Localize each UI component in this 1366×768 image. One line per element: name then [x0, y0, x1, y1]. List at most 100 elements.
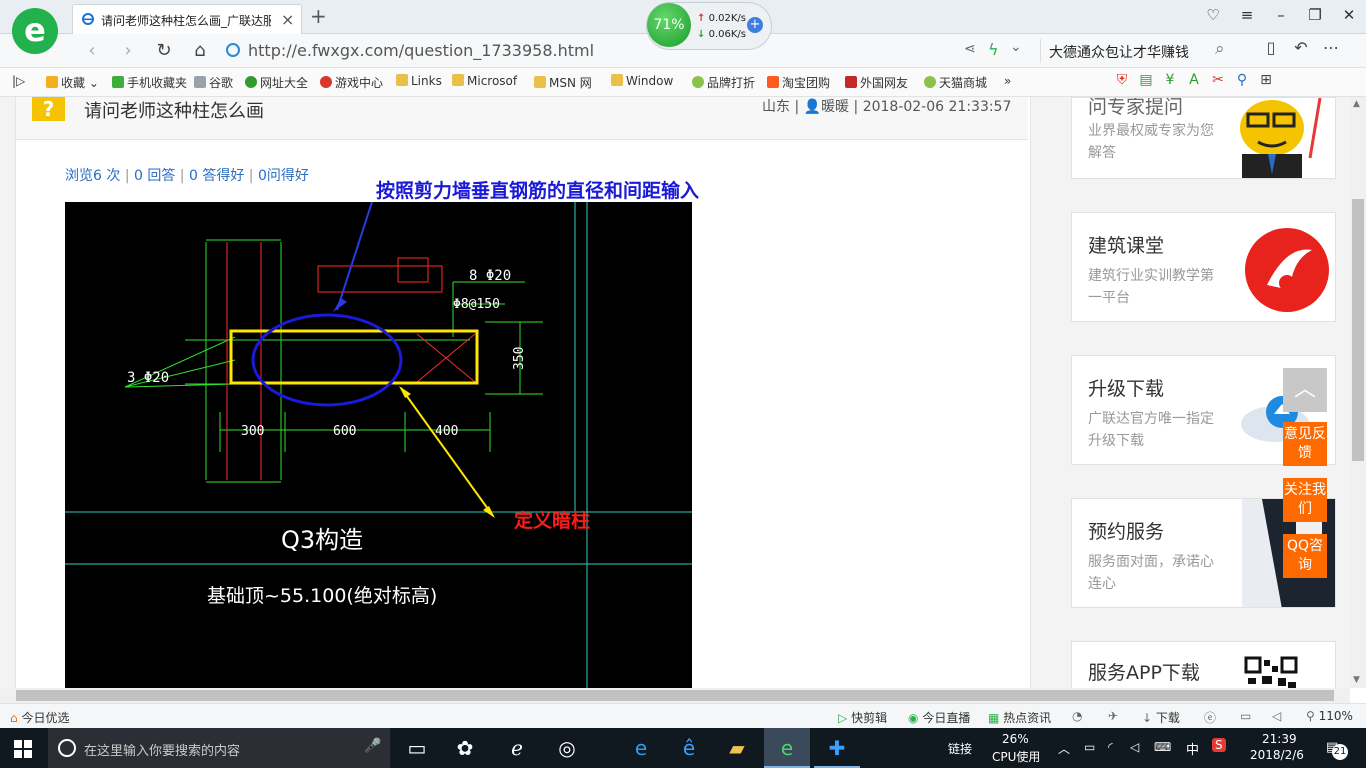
scroll-down-icon[interactable]: ▼ — [1353, 675, 1360, 685]
browser-logo-icon[interactable]: e — [12, 8, 58, 54]
today-picks[interactable]: ⌂ 今日优选 — [10, 709, 69, 726]
share-icon[interactable]: ⋖ — [964, 41, 976, 57]
bookmark-item[interactable]: 淘宝团购 — [767, 74, 830, 91]
sidebar-toggle-icon[interactable]: |▷ — [12, 74, 25, 88]
bookmark-item[interactable]: Window — [611, 74, 673, 88]
restore-icon[interactable]: ❐ — [1298, 0, 1332, 30]
live-today[interactable]: ◉ 今日直播 — [908, 709, 970, 726]
url-field[interactable]: http://e.fwxgx.com/question_1733958.html… — [222, 39, 1032, 63]
phone-icon[interactable]: ▯ — [1256, 38, 1286, 57]
windows-start-icon[interactable] — [14, 740, 32, 758]
taskbar-search[interactable]: 在这里输入你要搜索的内容 🎤 — [48, 728, 390, 768]
bookmark-item[interactable]: 手机收藏夹 — [112, 74, 187, 91]
more-icon[interactable]: ⋯ — [1316, 38, 1346, 57]
refresh-icon[interactable]: ↻ — [146, 40, 182, 61]
tray-expand-icon[interactable]: ︿ — [1058, 740, 1070, 757]
search-text[interactable]: 大德通众包让才华赚钱 — [1049, 42, 1189, 62]
bookmark-item[interactable]: Microsof — [452, 74, 517, 88]
forward-icon[interactable]: › — [110, 40, 146, 61]
bookmark-item[interactable]: 谷歌 — [194, 74, 233, 91]
sidebar-card-classroom[interactable]: 建筑课堂 建筑行业实训教学第一平台 — [1071, 212, 1336, 322]
good-questions-count[interactable]: 0问得好 — [258, 168, 309, 184]
minimize-icon[interactable]: – — [1264, 0, 1298, 30]
browser-app-icon[interactable]: e — [764, 728, 810, 768]
bookmark-item[interactable]: 天猫商城 — [924, 74, 987, 91]
vertical-scroll-thumb[interactable] — [1352, 199, 1364, 461]
more-bookmarks-icon[interactable]: » — [1004, 74, 1011, 88]
bookmark-label: 品牌打折 — [707, 76, 756, 90]
ie-app-icon[interactable]: ê — [666, 728, 712, 768]
clock-date[interactable]: 2018/2/6 — [1250, 748, 1304, 762]
microphone-icon[interactable]: 🎤 — [364, 738, 381, 754]
bookmark-item[interactable]: 收藏 ⌄ — [46, 74, 99, 91]
vertical-scrollbar[interactable]: ▲ ▼ — [1350, 97, 1366, 688]
scissors-icon[interactable]: ✂ — [1206, 72, 1230, 90]
book-icon[interactable]: ▤ — [1134, 72, 1158, 90]
volume-icon[interactable]: ◁ — [1130, 740, 1139, 754]
translate-icon[interactable]: A — [1182, 72, 1206, 90]
shirt-skin-icon[interactable]: ♡ — [1196, 0, 1230, 30]
answers-count[interactable]: 0 回答 — [134, 168, 175, 184]
back-to-top-icon[interactable]: ︿ — [1283, 368, 1327, 412]
battery-icon[interactable]: ▭ — [1084, 740, 1095, 754]
search-field[interactable]: 大德通众包让才华赚钱 ⌕ — [1040, 39, 1245, 63]
network-speed-widget[interactable]: 71% ↑ 0.02K/s ↓ 0.06K/s + — [646, 2, 772, 50]
good-answers-count[interactable]: 0 答得好 — [189, 168, 244, 184]
hot-news[interactable]: ▦ 热点资讯 — [988, 709, 1051, 726]
clock-time[interactable]: 21:39 — [1262, 732, 1297, 746]
downloads[interactable]: ↓ 下载 — [1142, 709, 1180, 726]
window-icon[interactable]: ▭ — [1240, 709, 1251, 723]
search-icon[interactable]: ⌕ — [1215, 39, 1225, 59]
edge-icon[interactable]: e — [618, 728, 664, 768]
file-explorer-icon[interactable]: ▰ — [714, 728, 760, 768]
menu-icon[interactable]: ≡ — [1230, 0, 1264, 30]
follow-button[interactable]: 关注我们 — [1283, 478, 1327, 522]
new-tab-icon[interactable]: + — [310, 4, 327, 28]
tab-close-icon[interactable]: × — [281, 10, 294, 29]
user-name[interactable]: 暖暖 — [821, 99, 849, 115]
wifi-icon[interactable]: ◜ — [1108, 740, 1113, 754]
speed-mode-icon[interactable]: ϟ — [988, 40, 999, 59]
dingtalk-icon[interactable]: ✚ — [814, 728, 860, 768]
yen-icon[interactable]: ¥ — [1158, 72, 1182, 90]
horizontal-scroll-thumb[interactable] — [16, 690, 1334, 701]
close-window-icon[interactable]: ✕ — [1332, 0, 1366, 30]
pin-icon[interactable]: ✈ — [1108, 709, 1118, 723]
bookmark-item[interactable]: MSN 网 — [534, 74, 592, 91]
pinwheel-app-icon[interactable]: ✿ — [442, 728, 488, 768]
ie-mode-icon[interactable]: ⓔ — [1204, 709, 1216, 726]
tab-active[interactable]: 请问老师这种柱怎么画_广联达服 × — [72, 4, 302, 34]
ime-indicator[interactable]: 中 — [1186, 739, 1199, 758]
apps-icon[interactable]: ⊞ — [1254, 72, 1278, 90]
keyboard-icon[interactable]: ⌨ — [1154, 740, 1171, 754]
magnifier-icon[interactable]: ⚲ — [1230, 72, 1254, 90]
views-count[interactable]: 浏览6 次 — [65, 168, 120, 184]
edge-legacy-icon[interactable]: ℯ — [494, 728, 540, 768]
home-icon[interactable]: ⌂ — [182, 40, 218, 61]
undo-icon[interactable]: ↶ — [1286, 38, 1316, 57]
horizontal-scrollbar[interactable] — [0, 688, 1350, 703]
speed-icon[interactable]: ◔ — [1072, 709, 1082, 723]
bookmark-item[interactable]: 外国网友 — [845, 74, 908, 91]
scroll-up-icon[interactable]: ▲ — [1353, 99, 1360, 109]
bookmark-item[interactable]: 网址大全 — [245, 74, 308, 91]
extension-icon[interactable]: ⛨ — [1110, 72, 1134, 90]
chevron-down-icon[interactable]: ⌄ — [1010, 39, 1022, 55]
quick-edit[interactable]: ▷ 快剪辑 — [838, 709, 887, 726]
url-text[interactable]: http://e.fwxgx.com/question_1733958.html — [248, 41, 594, 60]
back-icon[interactable]: ‹ — [74, 40, 110, 61]
speedup-icon[interactable]: + — [747, 17, 763, 33]
swirl-app-icon[interactable]: ◎ — [544, 728, 590, 768]
bookmark-item[interactable]: Links — [396, 74, 442, 88]
sound-icon[interactable]: ◁ — [1272, 709, 1281, 723]
sogou-icon[interactable]: S — [1212, 738, 1226, 752]
task-view-icon[interactable]: ▭ — [394, 728, 440, 768]
bookmark-item[interactable]: 品牌打折 — [692, 74, 755, 91]
links-toolbar[interactable]: 链接 — [948, 740, 972, 757]
bookmark-item[interactable]: 游戏中心 — [320, 74, 383, 91]
status-bar: ⌂ 今日优选 ▷ 快剪辑 ◉ 今日直播 ▦ 热点资讯 ◔ ✈ ↓ 下载 ⓔ ▭ … — [0, 703, 1366, 729]
zoom-level[interactable]: ⚲ 110% — [1306, 709, 1353, 723]
qq-consult-button[interactable]: QQ咨询 — [1283, 534, 1327, 578]
sidebar-card-expert[interactable]: 问专家提问 业界最权威专家为您解答 — [1071, 97, 1336, 179]
feedback-button[interactable]: 意见反馈 — [1283, 422, 1327, 466]
